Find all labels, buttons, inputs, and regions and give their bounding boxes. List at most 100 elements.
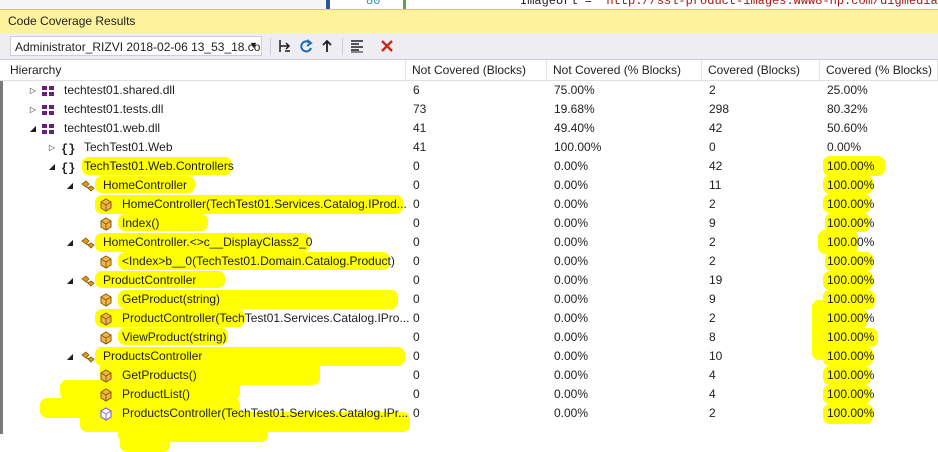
- not-covered-pct-cell: 0.00%: [554, 197, 589, 211]
- not-covered-pct-cell: 75.00%: [554, 83, 595, 97]
- coverage-grid: Hierarchy Not Covered (Blocks) Not Cover…: [0, 60, 938, 452]
- column-header-not-covered-pct[interactable]: Not Covered (% Blocks): [547, 60, 702, 80]
- not-covered-pct-cell: 0.00%: [554, 387, 589, 401]
- add-remove-columns-button[interactable]: [348, 37, 366, 55]
- remove-results-button[interactable]: [378, 37, 396, 55]
- not-covered-pct-cell: 0.00%: [554, 254, 589, 268]
- toolbar-separator: [270, 38, 271, 55]
- collapse-arrow-icon[interactable]: ◢: [64, 176, 76, 195]
- not-covered-blocks-cell: 0: [413, 254, 420, 268]
- covered-pct-cell: 50.60%: [827, 121, 868, 135]
- table-row[interactable]: ◢{} TechTest01.Web.Controllers 0 0.00% 42 100…: [0, 157, 938, 176]
- table-row[interactable]: ◢ HomeController 0 0.00% 11 100.00%: [0, 176, 938, 195]
- covered-blocks-cell: 2: [709, 83, 716, 97]
- editor-line-number: 80: [366, 0, 381, 8]
- not-covered-blocks-cell: 41: [413, 140, 427, 154]
- expand-arrow-icon[interactable]: ▷: [46, 138, 58, 157]
- covered-pct-cell: 100.00%: [827, 368, 875, 382]
- column-header-covered-blocks[interactable]: Covered (Blocks): [702, 60, 820, 80]
- import-results-button[interactable]: [297, 37, 315, 55]
- not-covered-blocks-cell: 0: [413, 311, 420, 325]
- row-name: ProductList(): [122, 387, 191, 401]
- table-row[interactable]: ▷ techtest01.shared.dll 6 75.00% 2 25.00%: [0, 81, 938, 100]
- merge-results-button[interactable]: [318, 37, 336, 55]
- covered-blocks-cell: 42: [709, 159, 723, 173]
- covered-blocks-cell: 2: [709, 197, 716, 211]
- covered-blocks-cell: 298: [709, 102, 730, 116]
- covered-pct-cell: 100.00%: [827, 235, 875, 249]
- hierarchy-cell: ProductController(TechTest01.Services.Ca…: [0, 309, 409, 328]
- table-row[interactable]: ▷ techtest01.tests.dll 73 19.68% 298 80.32%: [0, 100, 938, 119]
- expand-arrow-icon[interactable]: ▷: [27, 81, 39, 100]
- not-covered-pct-cell: 0.00%: [554, 235, 589, 249]
- row-name: techtest01.shared.dll: [64, 83, 175, 97]
- editor-code-line: ImageUrl = "http://ssl-product-images.ww…: [520, 0, 938, 8]
- collapse-arrow-icon[interactable]: ◢: [64, 347, 76, 366]
- covered-blocks-cell: 2: [709, 406, 716, 420]
- namespace-icon: {}: [60, 140, 76, 157]
- table-row[interactable]: ◢ ProductController 0 0.00% 19 100.00%: [0, 271, 938, 290]
- column-header-not-covered-blocks[interactable]: Not Covered (Blocks): [406, 60, 547, 80]
- table-row[interactable]: Index() 0 0.00% 9 100.00%: [0, 214, 938, 233]
- not-covered-pct-cell: 100.00%: [554, 140, 602, 154]
- highlighter-stroke: [120, 430, 170, 452]
- namespace-icon: {}: [60, 159, 76, 176]
- column-header-hierarchy[interactable]: Hierarchy: [0, 60, 406, 80]
- covered-blocks-cell: 9: [709, 292, 716, 306]
- covered-pct-cell: 100.00%: [827, 387, 875, 401]
- covered-pct-cell: 100.00%: [827, 254, 875, 268]
- hierarchy-cell: ViewProduct(string): [0, 328, 405, 347]
- table-row[interactable]: ProductList() 0 0.00% 4 100.00%: [0, 385, 938, 404]
- table-row[interactable]: GetProducts() 0 0.00% 4 100.00%: [0, 366, 938, 385]
- assembly-icon: [40, 83, 56, 99]
- table-row[interactable]: ◢ techtest01.web.dll 41 49.40% 42 50.60%: [0, 119, 938, 138]
- class-icon: [80, 178, 96, 194]
- collapse-arrow-icon[interactable]: ◢: [64, 233, 76, 252]
- covered-pct-cell: 100.00%: [827, 406, 875, 420]
- table-row[interactable]: ◢ ProductsController 0 0.00% 10 100.00%: [0, 347, 938, 366]
- hierarchy-cell: ◢ HomeController: [0, 176, 405, 195]
- row-name: Index(): [122, 216, 160, 230]
- table-row[interactable]: ▷{} TechTest01.Web 41 100.00% 0 0.00%: [0, 138, 938, 157]
- hierarchy-cell: GetProducts(): [0, 366, 405, 385]
- svg-text:{}: {}: [61, 162, 75, 176]
- table-row[interactable]: <Index>b__0(TechTest01.Domain.Catalog.Pr…: [0, 252, 938, 271]
- add-remove-columns-icon: [351, 40, 363, 53]
- table-row[interactable]: ◢ HomeController.<>c__DisplayClass2_0 0 0.0…: [0, 233, 938, 252]
- not-covered-blocks-cell: 0: [413, 387, 420, 401]
- highlighter-stroke: [118, 422, 268, 442]
- collapse-arrow-icon[interactable]: ◢: [27, 119, 39, 138]
- expand-arrow-icon[interactable]: ▷: [27, 100, 39, 119]
- merge-results-icon: [322, 39, 332, 52]
- remove-results-icon: [381, 40, 393, 52]
- import-results-icon: [300, 39, 313, 53]
- table-row[interactable]: HomeController(TechTest01.Services.Catal…: [0, 195, 938, 214]
- covered-blocks-cell: 10: [709, 349, 723, 363]
- hierarchy-cell: ▷ techtest01.tests.dll: [0, 100, 405, 119]
- editor-scroll-bar: [326, 0, 330, 9]
- hierarchy-cell: ▷{} TechTest01.Web: [0, 138, 405, 157]
- not-covered-blocks-cell: 6: [413, 83, 420, 97]
- row-name: ViewProduct(string): [122, 330, 227, 344]
- covered-blocks-cell: 11: [709, 178, 722, 192]
- collapse-arrow-icon[interactable]: ◢: [46, 157, 58, 176]
- panel-title-bar[interactable]: Code Coverage Results: [0, 9, 938, 33]
- table-row[interactable]: GetProduct(string) 0 0.00% 9 100.00%: [0, 290, 938, 309]
- hierarchy-cell: ◢ HomeController.<>c__DisplayClass2_0: [0, 233, 405, 252]
- column-header-covered-pct[interactable]: Covered (% Blocks): [820, 60, 938, 80]
- table-row[interactable]: ViewProduct(string) 0 0.00% 8 100.00%: [0, 328, 938, 347]
- row-name: techtest01.web.dll: [64, 121, 161, 135]
- table-row[interactable]: ProductController(TechTest01.Services.Ca…: [0, 309, 938, 328]
- not-covered-pct-cell: 0.00%: [554, 311, 589, 325]
- coverage-run-select[interactable]: Administrator_RIZVI 2018-02-06 13_53_18.…: [10, 36, 262, 56]
- hierarchy-cell: HomeController(TechTest01.Services.Catal…: [0, 195, 407, 214]
- method-icon: [98, 368, 114, 384]
- hierarchy-cell: ProductsController(TechTest01.Services.C…: [0, 404, 408, 423]
- export-results-button[interactable]: [276, 37, 294, 55]
- collapse-arrow-icon[interactable]: ◢: [64, 271, 76, 290]
- not-covered-pct-cell: 0.00%: [554, 273, 589, 287]
- table-row[interactable]: ProductsController(TechTest01.Services.C…: [0, 404, 938, 423]
- row-name: ProductsController: [103, 349, 203, 363]
- assembly-icon: [40, 121, 56, 137]
- code-string: "http://ssl-product-images.www8-hp.com/d…: [599, 0, 938, 8]
